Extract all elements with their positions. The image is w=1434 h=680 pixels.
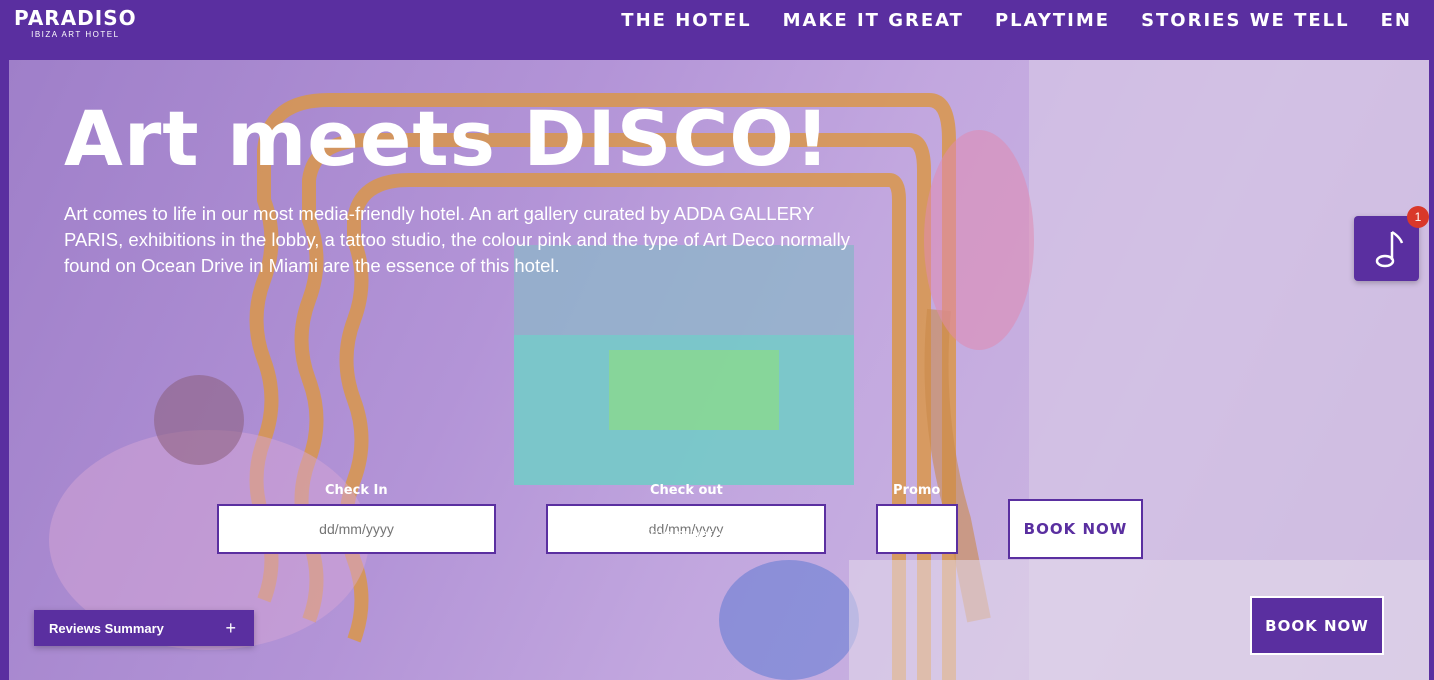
hero-description: Art comes to life in our most media-frie… [64, 203, 851, 276]
nav-playtime[interactable]: PLAYTIME [995, 10, 1110, 31]
checkout-label: Check out [650, 483, 723, 498]
plus-icon: + [225, 617, 236, 638]
hero-section: Art meets DISCO! Art comes to life in ou… [9, 60, 1429, 680]
checkin-label: Check In [325, 483, 388, 498]
nav-the-hotel[interactable]: THE HOTEL [621, 10, 751, 31]
logo[interactable]: PARADISO IBIZA ART HOTEL [14, 8, 137, 39]
reviews-summary-button[interactable]: Reviews Summary + [34, 610, 254, 646]
book-now-button[interactable]: BOOK NOW [1008, 499, 1143, 559]
nav-make-it-great[interactable]: MAKE IT GREAT [783, 10, 964, 31]
parking-note: Free private parking [641, 526, 775, 543]
floating-book-now-button[interactable]: BOOK NOW [1250, 596, 1384, 655]
site-header: PARADISO IBIZA ART HOTEL THE HOTEL MAKE … [0, 0, 1434, 60]
promo-label: Promo [893, 483, 941, 498]
reviews-summary-label: Reviews Summary [49, 620, 164, 636]
language-switch[interactable]: EN [1381, 10, 1412, 31]
music-note-icon [1375, 230, 1403, 267]
music-player-button[interactable] [1354, 216, 1419, 281]
logo-brand: PARADISO [14, 6, 137, 30]
checkin-date-input[interactable] [217, 504, 496, 554]
hero-title: Art meets DISCO! [64, 94, 831, 183]
nav-stories-we-tell[interactable]: STORIES WE TELL [1141, 10, 1350, 31]
notification-badge: 1 [1407, 206, 1429, 228]
logo-subtitle: IBIZA ART HOTEL [31, 30, 120, 39]
promo-code-input[interactable] [876, 504, 958, 554]
main-nav: THE HOTEL MAKE IT GREAT PLAYTIME STORIES… [621, 10, 1412, 31]
